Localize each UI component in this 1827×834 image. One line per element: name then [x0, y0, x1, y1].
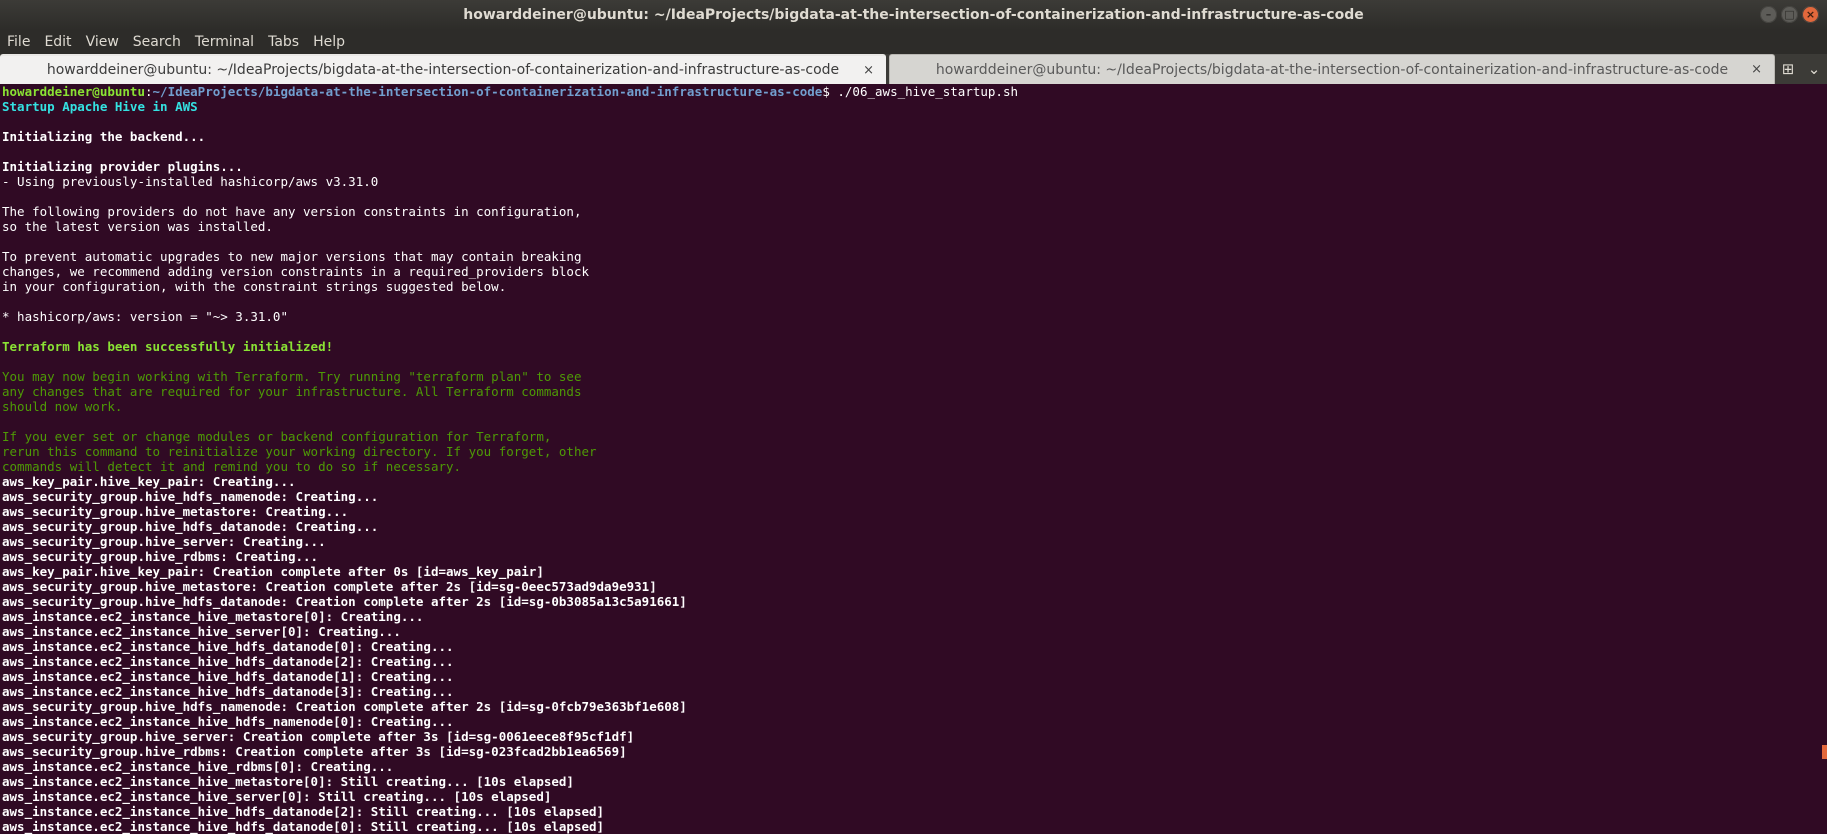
terminal-line: so the latest version was installed. — [2, 219, 273, 234]
terminal-line: aws_key_pair.hive_key_pair: Creation com… — [2, 564, 544, 579]
menu-terminal[interactable]: Terminal — [188, 34, 261, 50]
terminal-line: Initializing the backend... — [2, 129, 206, 144]
menu-tabs[interactable]: Tabs — [261, 34, 306, 50]
terminal-line: aws_instance.ec2_instance_hive_metastore… — [2, 774, 574, 789]
terminal-line: changes, we recommend adding version con… — [2, 264, 589, 279]
terminal-line: aws_security_group.hive_hdfs_namenode: C… — [2, 699, 687, 714]
terminal-line: aws_instance.ec2_instance_hive_server[0]… — [2, 624, 401, 639]
terminal-line: aws_security_group.hive_hdfs_datanode: C… — [2, 594, 687, 609]
terminal-line: The following providers do not have any … — [2, 204, 582, 219]
terminal-line: - Using previously-installed hashicorp/a… — [2, 174, 379, 189]
terminal-line: aws_instance.ec2_instance_hive_hdfs_data… — [2, 639, 454, 654]
close-button[interactable]: × — [1802, 6, 1819, 23]
terminal-line: commands will detect it and remind you t… — [2, 459, 462, 474]
terminal-line: any changes that are required for your i… — [2, 384, 582, 399]
terminal-line: Startup Apache Hive in AWS — [2, 99, 198, 114]
window-title: howarddeiner@ubuntu: ~/IdeaProjects/bigd… — [463, 7, 1364, 23]
new-tab-icon[interactable]: ⊞ — [1782, 60, 1795, 78]
prompt-path: ~/IdeaProjects/bigdata-at-the-intersecti… — [152, 84, 823, 99]
tab-list-icon[interactable]: ⌄ — [1808, 60, 1821, 78]
terminal-line: To prevent automatic upgrades to new maj… — [2, 249, 582, 264]
prompt-line: howarddeiner@ubuntu:~/IdeaProjects/bigda… — [2, 84, 1825, 99]
menu-edit[interactable]: Edit — [37, 34, 78, 50]
terminal-line: aws_security_group.hive_metastore: Creat… — [2, 579, 657, 594]
terminal-line: aws_instance.ec2_instance_hive_server[0]… — [2, 789, 552, 804]
tab-terminal-1[interactable]: howarddeiner@ubuntu: ~/IdeaProjects/bigd… — [0, 54, 886, 84]
prompt-user: howarddeiner@ubuntu — [2, 84, 145, 99]
menu-help[interactable]: Help — [306, 34, 352, 50]
terminal-line: aws_security_group.hive_server: Creation… — [2, 729, 635, 744]
terminal-line: If you ever set or change modules or bac… — [2, 429, 552, 444]
terminal-line: You may now begin working with Terraform… — [2, 369, 582, 384]
terminal-line: aws_instance.ec2_instance_hive_hdfs_data… — [2, 804, 605, 819]
output-lines: Startup Apache Hive in AWS Initializing t… — [2, 99, 1825, 834]
terminal-line: Terraform has been successfully initiali… — [2, 339, 334, 354]
terminal-line: aws_security_group.hive_hdfs_namenode: C… — [2, 489, 379, 504]
terminal-output[interactable]: howarddeiner@ubuntu:~/IdeaProjects/bigda… — [0, 84, 1827, 834]
terminal-line: aws_instance.ec2_instance_hive_rdbms[0]:… — [2, 759, 394, 774]
terminal-line: aws_instance.ec2_instance_hive_hdfs_data… — [2, 684, 454, 699]
window-controls: – □ × — [1760, 6, 1819, 23]
prompt-separator: : — [145, 84, 153, 99]
tab-tools: ⊞ ⌄ — [1775, 54, 1827, 84]
prompt-command: ./06_aws_hive_startup.sh — [829, 84, 1019, 99]
terminal-line: in your configuration, with the constrai… — [2, 279, 507, 294]
terminal-line: Initializing provider plugins... — [2, 159, 243, 174]
terminal-line: aws_security_group.hive_rdbms: Creation … — [2, 744, 627, 759]
terminal-line: aws_instance.ec2_instance_hive_hdfs_data… — [2, 654, 454, 669]
terminal-line: * hashicorp/aws: version = "~> 3.31.0" — [2, 309, 288, 324]
scroll-position-marker[interactable] — [1822, 745, 1827, 759]
menu-file[interactable]: File — [0, 34, 37, 50]
menu-search[interactable]: Search — [126, 34, 188, 50]
menu-view[interactable]: View — [79, 34, 126, 50]
menu-bar: File Edit View Search Terminal Tabs Help — [0, 30, 1827, 54]
terminal-line: aws_security_group.hive_metastore: Creat… — [2, 504, 349, 519]
tab-close-icon[interactable]: × — [1751, 62, 1762, 77]
maximize-button[interactable]: □ — [1781, 6, 1798, 23]
terminal-line: aws_security_group.hive_hdfs_datanode: C… — [2, 519, 379, 534]
tab-terminal-2[interactable]: howarddeiner@ubuntu: ~/IdeaProjects/bigd… — [889, 54, 1775, 84]
terminal-line: rerun this command to reinitialize your … — [2, 444, 597, 459]
terminal-line: aws_key_pair.hive_key_pair: Creating... — [2, 474, 296, 489]
window-titlebar[interactable]: howarddeiner@ubuntu: ~/IdeaProjects/bigd… — [0, 0, 1827, 30]
terminal-line: aws_instance.ec2_instance_hive_metastore… — [2, 609, 424, 624]
tab-close-icon[interactable]: × — [863, 63, 874, 78]
terminal-line: aws_security_group.hive_rdbms: Creating.… — [2, 549, 319, 564]
terminal-line: aws_instance.ec2_instance_hive_hdfs_data… — [2, 819, 605, 834]
terminal-line: aws_security_group.hive_server: Creating… — [2, 534, 326, 549]
tab-label: howarddeiner@ubuntu: ~/IdeaProjects/bigd… — [935, 61, 1729, 78]
terminal-line: should now work. — [2, 399, 123, 414]
terminal-line: aws_instance.ec2_instance_hive_hdfs_data… — [2, 669, 454, 684]
minimize-button[interactable]: – — [1760, 6, 1777, 23]
tab-bar: howarddeiner@ubuntu: ~/IdeaProjects/bigd… — [0, 54, 1827, 84]
tab-label: howarddeiner@ubuntu: ~/IdeaProjects/bigd… — [46, 62, 840, 78]
prompt-symbol: $ — [822, 84, 830, 99]
terminal-line: aws_instance.ec2_instance_hive_hdfs_name… — [2, 714, 454, 729]
